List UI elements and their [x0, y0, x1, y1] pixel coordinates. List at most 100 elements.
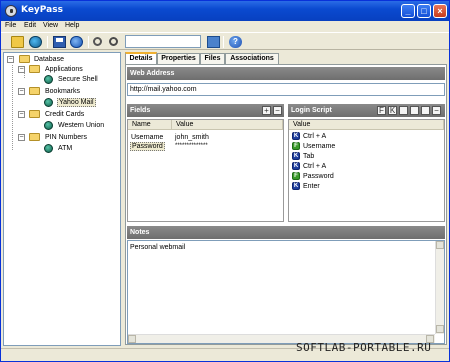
menu-edit[interactable]: Edit [24, 22, 36, 29]
tree-group-pin-numbers[interactable]: − PIN Numbers [7, 133, 117, 143]
tab-files[interactable]: Files [200, 53, 225, 64]
tree-group-bookmarks[interactable]: − Bookmarks [7, 87, 117, 97]
menu-bar: File Edit View Help [1, 21, 449, 32]
folder-icon [29, 110, 40, 118]
tree-item-atm[interactable]: ATM [7, 144, 117, 154]
collapse-icon[interactable]: − [18, 134, 25, 141]
menu-file[interactable]: File [5, 22, 16, 29]
login-script-col-value[interactable]: Value [289, 120, 444, 130]
toolbar-separator [47, 36, 48, 48]
tab-properties[interactable]: Properties [157, 53, 200, 64]
add-field-button[interactable]: + [262, 106, 271, 115]
minimize-button[interactable]: _ [401, 4, 415, 18]
toolbar-separator [223, 36, 224, 48]
entry-globe-icon [44, 121, 53, 130]
fields-col-value[interactable]: Value [172, 120, 283, 130]
tab-associations[interactable]: Associations [225, 53, 279, 64]
tree-item-label: Secure Shell [58, 76, 98, 83]
collapse-icon[interactable]: − [18, 111, 25, 118]
field-name-username[interactable]: Username [131, 133, 163, 142]
fields-table[interactable]: Name Value Username john_smith Password … [127, 119, 284, 222]
maximize-button[interactable]: □ [417, 4, 431, 18]
tree-group-label: Applications [45, 66, 83, 73]
image-icon[interactable] [207, 36, 220, 48]
tree-item-western-union[interactable]: Western Union [7, 121, 117, 131]
script-step[interactable]: Enter [303, 182, 320, 191]
save-disk-icon[interactable] [53, 36, 66, 48]
move-up-icon[interactable] [399, 106, 408, 115]
script-step[interactable]: Tab [303, 152, 314, 161]
tree-group-applications[interactable]: − Applications [7, 65, 117, 75]
notes-text: Personal webmail [130, 244, 186, 251]
key-step-icon: K [292, 162, 300, 170]
scroll-down-icon[interactable] [436, 325, 444, 333]
remove-step-button[interactable]: − [432, 106, 441, 115]
tree-group-label: Bookmarks [45, 88, 81, 95]
watermark-text: SOFTLAB-PORTABLE.RU [296, 341, 432, 354]
edit-step-icon[interactable] [421, 106, 430, 115]
tree-item-label: Western Union [58, 122, 105, 129]
folder-icon [29, 133, 40, 141]
tree-root[interactable]: − Database [7, 55, 117, 65]
app-window: KeyPass _ □ × File Edit View Help ? − Da… [0, 0, 450, 362]
find-icon[interactable] [93, 37, 102, 46]
scroll-left-icon[interactable] [128, 335, 136, 343]
tree-group-credit-cards[interactable]: − Credit Cards [7, 110, 117, 120]
sync-icon[interactable] [70, 36, 83, 48]
script-step[interactable]: Ctrl + A [303, 132, 326, 141]
field-value-password[interactable]: ************** [175, 142, 208, 151]
script-step[interactable]: Ctrl + A [303, 162, 326, 171]
tree-item-label: ATM [58, 145, 73, 152]
web-address-input[interactable]: http://mail.yahoo.com [127, 83, 445, 96]
toolbar: ? [1, 32, 449, 50]
add-key-step-button[interactable]: K [388, 106, 397, 115]
collapse-icon[interactable]: − [18, 66, 25, 73]
field-name-password[interactable]: Password [130, 142, 165, 151]
open-folder-icon[interactable] [11, 36, 24, 48]
collapse-icon[interactable]: − [7, 56, 14, 63]
collapse-icon[interactable]: − [18, 88, 25, 95]
tree-item-secure-shell[interactable]: Secure Shell [7, 75, 117, 85]
notes-vertical-scrollbar[interactable] [435, 241, 444, 334]
tab-details[interactable]: Details [125, 52, 157, 64]
toolbar-separator [88, 36, 89, 48]
folder-icon [19, 55, 30, 63]
menu-view[interactable]: View [43, 22, 58, 29]
web-address-header: Web Address [127, 67, 445, 80]
entry-globe-icon [44, 144, 53, 153]
script-step[interactable]: Password [303, 172, 334, 181]
remove-field-button[interactable]: − [273, 106, 282, 115]
database-tree[interactable]: − Database − Applications Secure Shell −… [3, 52, 121, 346]
entry-globe-icon [44, 98, 53, 107]
key-step-icon: K [292, 132, 300, 140]
tree-group-label: PIN Numbers [45, 134, 88, 141]
field-step-icon: F [292, 142, 300, 150]
fields-col-name[interactable]: Name [128, 120, 172, 130]
tree-item-label: Yahoo Mail [57, 98, 96, 107]
help-icon[interactable]: ? [229, 36, 242, 48]
script-step[interactable]: Username [303, 142, 335, 151]
folder-icon [29, 87, 40, 95]
window-title: KeyPass [21, 5, 63, 15]
add-field-step-button[interactable]: F [377, 106, 386, 115]
connect-globe-icon[interactable] [29, 36, 42, 48]
keypass-app-icon [5, 5, 17, 17]
title-bar[interactable]: KeyPass _ □ × [1, 1, 449, 21]
tree-root-label: Database [34, 56, 64, 63]
field-step-icon: F [292, 172, 300, 180]
tree-item-yahoo-mail[interactable]: Yahoo Mail [7, 98, 117, 108]
find-next-icon[interactable] [109, 37, 118, 46]
field-value-username[interactable]: john_smith [175, 133, 209, 142]
scroll-up-icon[interactable] [436, 241, 444, 249]
fields-header: Fields [127, 104, 284, 117]
folder-icon [29, 65, 40, 73]
menu-help[interactable]: Help [65, 22, 79, 29]
search-input[interactable] [125, 35, 201, 48]
tree-group-label: Credit Cards [45, 111, 85, 118]
close-button[interactable]: × [433, 4, 447, 18]
notes-textarea[interactable]: Personal webmail [127, 240, 445, 344]
notes-header: Notes [127, 226, 445, 239]
details-panel: Web Address http://mail.yahoo.com Fields… [125, 64, 447, 345]
login-script-list[interactable]: Value K Ctrl + A F Username K Tab K Ctrl… [288, 119, 445, 222]
move-down-icon[interactable] [410, 106, 419, 115]
